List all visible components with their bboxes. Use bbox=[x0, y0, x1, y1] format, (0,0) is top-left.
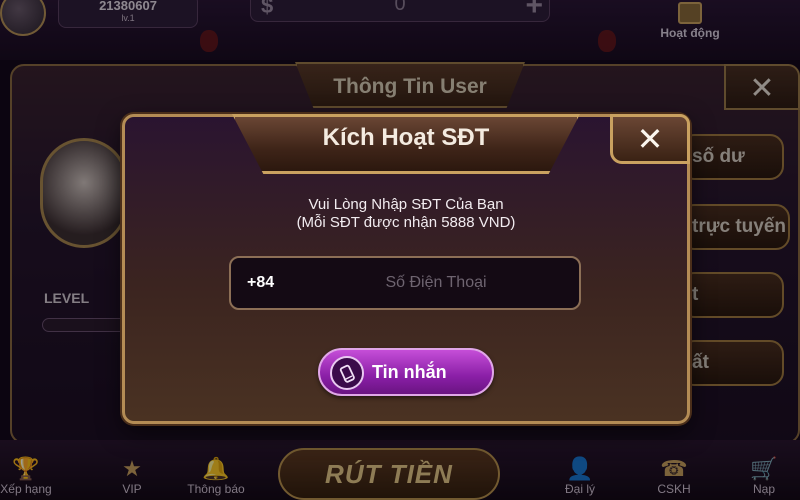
close-icon: ✕ bbox=[636, 121, 664, 157]
phone-message-icon bbox=[330, 356, 364, 390]
instruction-text: Vui Lòng Nhập SĐT Của Bạn (Mỗi SĐT được … bbox=[200, 196, 612, 232]
instruction-line-1: Vui Lòng Nhập SĐT Của Bạn bbox=[308, 196, 504, 213]
phone-number-input[interactable] bbox=[301, 264, 571, 302]
sms-button-label: Tin nhắn bbox=[372, 362, 447, 382]
sms-button[interactable]: Tin nhắn bbox=[318, 348, 494, 396]
country-code: +84 bbox=[247, 274, 275, 291]
dialog-close-button[interactable]: ✕ bbox=[610, 114, 690, 164]
instruction-line-2: (Mỗi SĐT được nhận 5888 VND) bbox=[296, 214, 516, 231]
phone-field[interactable]: +84 bbox=[229, 256, 581, 310]
dialog-title: Kích Hoạt SĐT bbox=[322, 124, 490, 151]
